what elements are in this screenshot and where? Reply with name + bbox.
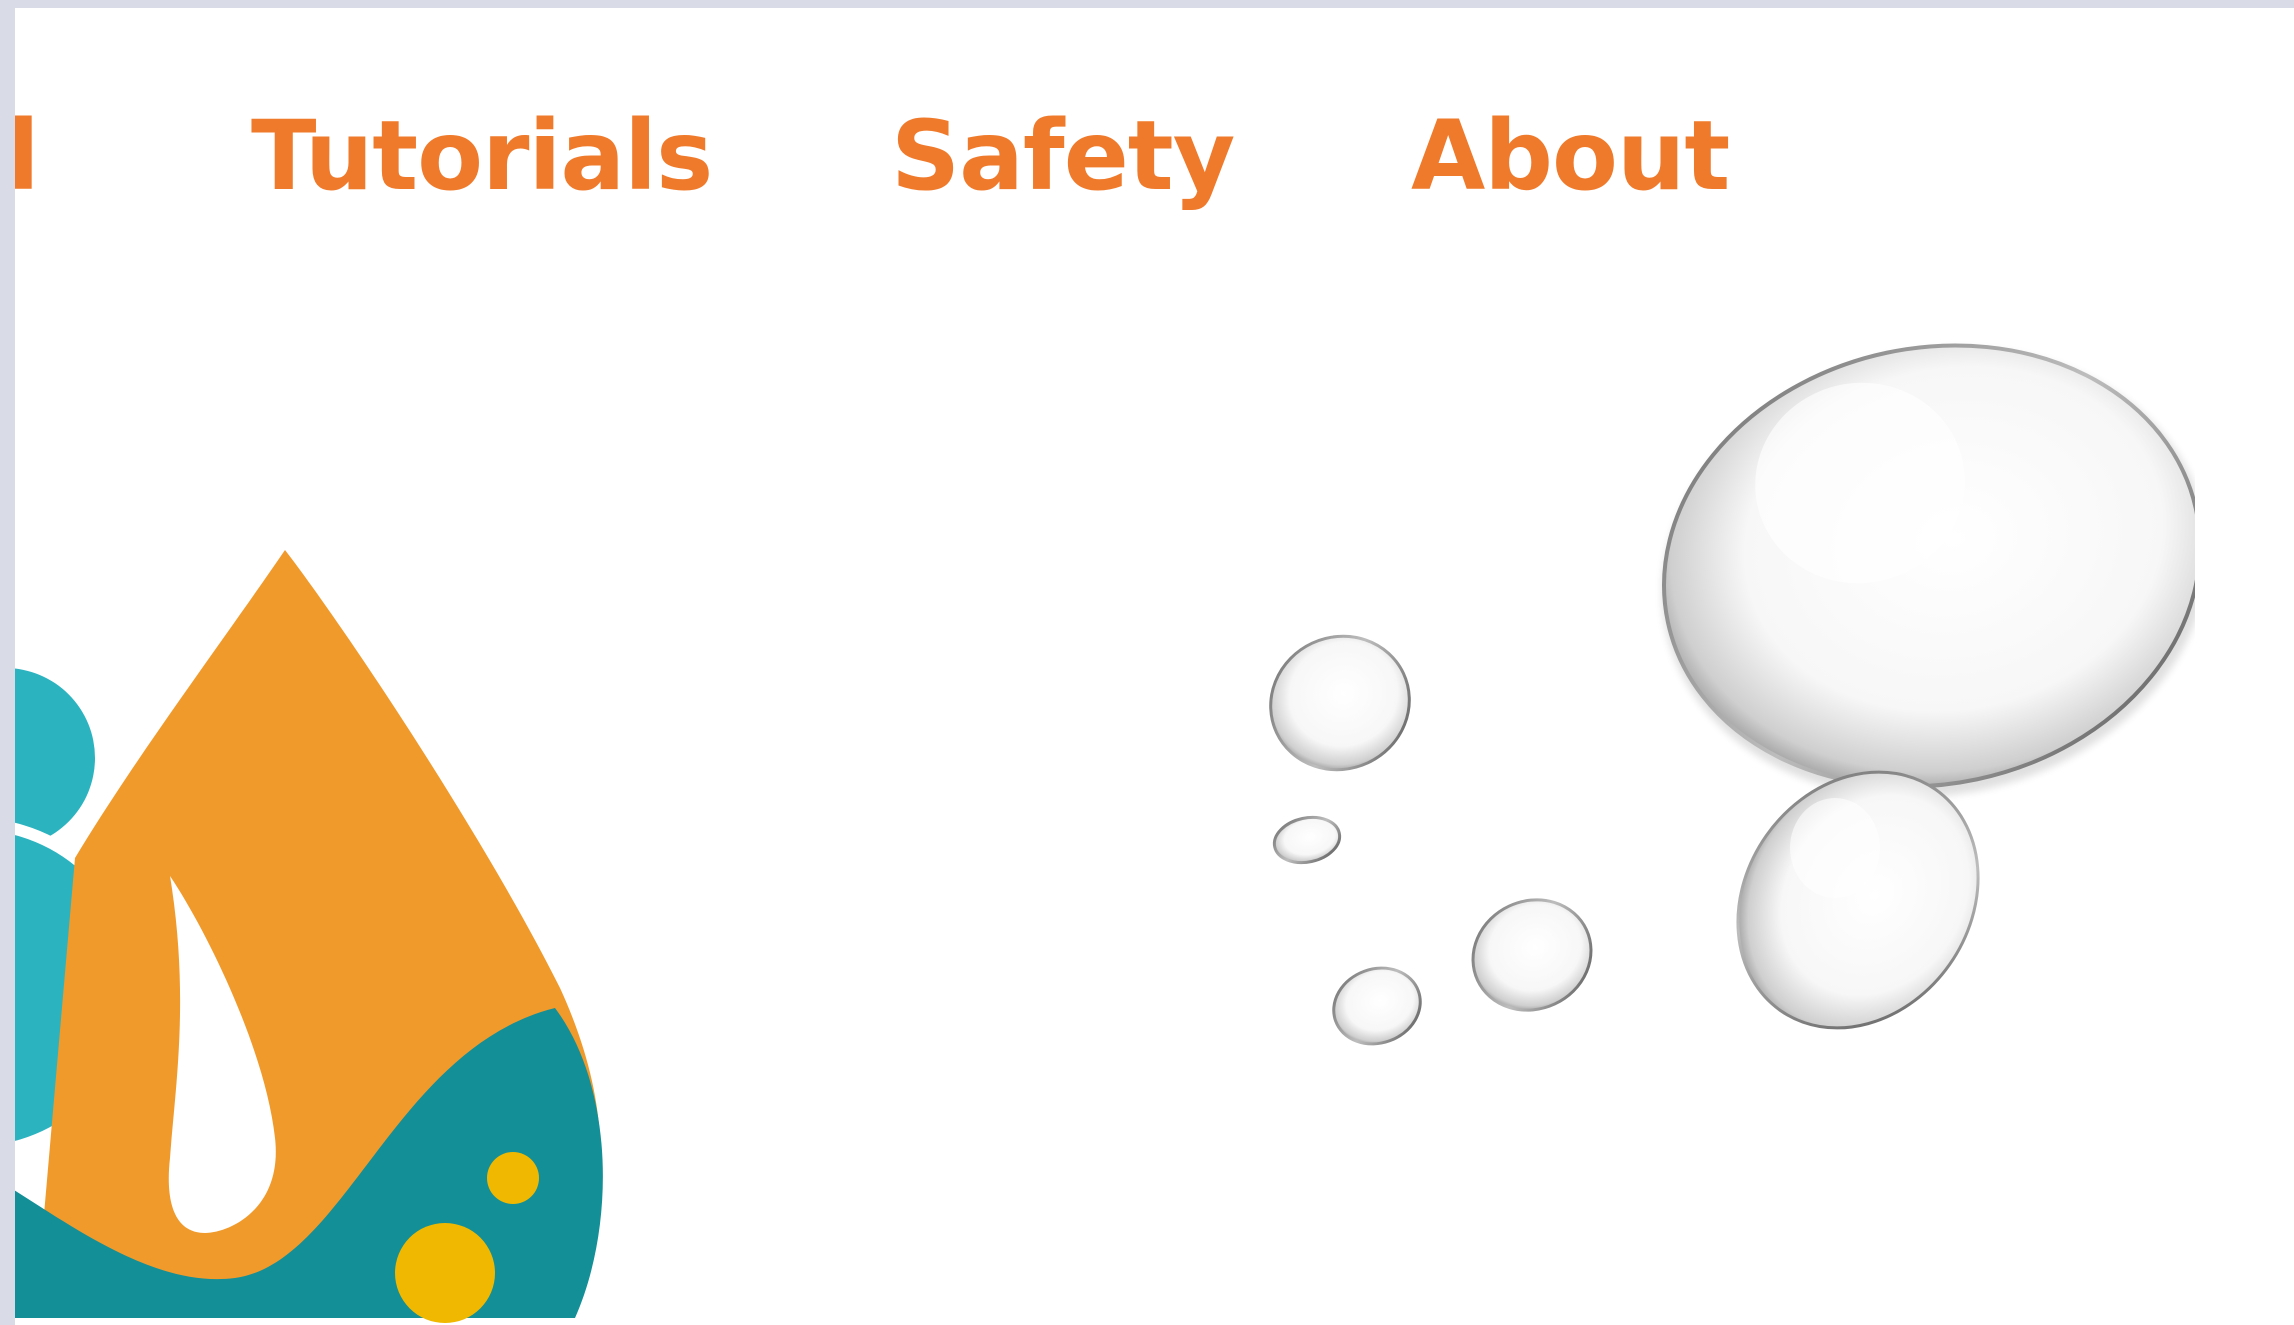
small-droplet-1 bbox=[1269, 634, 1411, 772]
large-droplet bbox=[1662, 343, 2195, 798]
nav-item-about[interactable]: About bbox=[1411, 108, 1730, 204]
small-droplet-3 bbox=[1471, 898, 1593, 1012]
logo-yellow-dot-large bbox=[395, 1223, 495, 1323]
browser-viewport: d Tutorials Safety About bbox=[15, 8, 2294, 1325]
nav-item-tutorials[interactable]: Tutorials bbox=[251, 108, 713, 204]
logo-yellow-dot-small bbox=[487, 1152, 539, 1204]
water-droplets-illustration-icon bbox=[1269, 343, 2195, 1046]
water-drop-logo-icon bbox=[15, 550, 603, 1323]
nav-item-partial[interactable]: d bbox=[15, 108, 40, 204]
logo-cyan-bubble-top bbox=[15, 668, 95, 848]
small-droplet-4 bbox=[1332, 966, 1422, 1046]
small-droplet-2 bbox=[1272, 815, 1342, 865]
main-navigation: d Tutorials Safety About bbox=[15, 8, 2294, 308]
nav-item-safety[interactable]: Safety bbox=[891, 108, 1235, 204]
